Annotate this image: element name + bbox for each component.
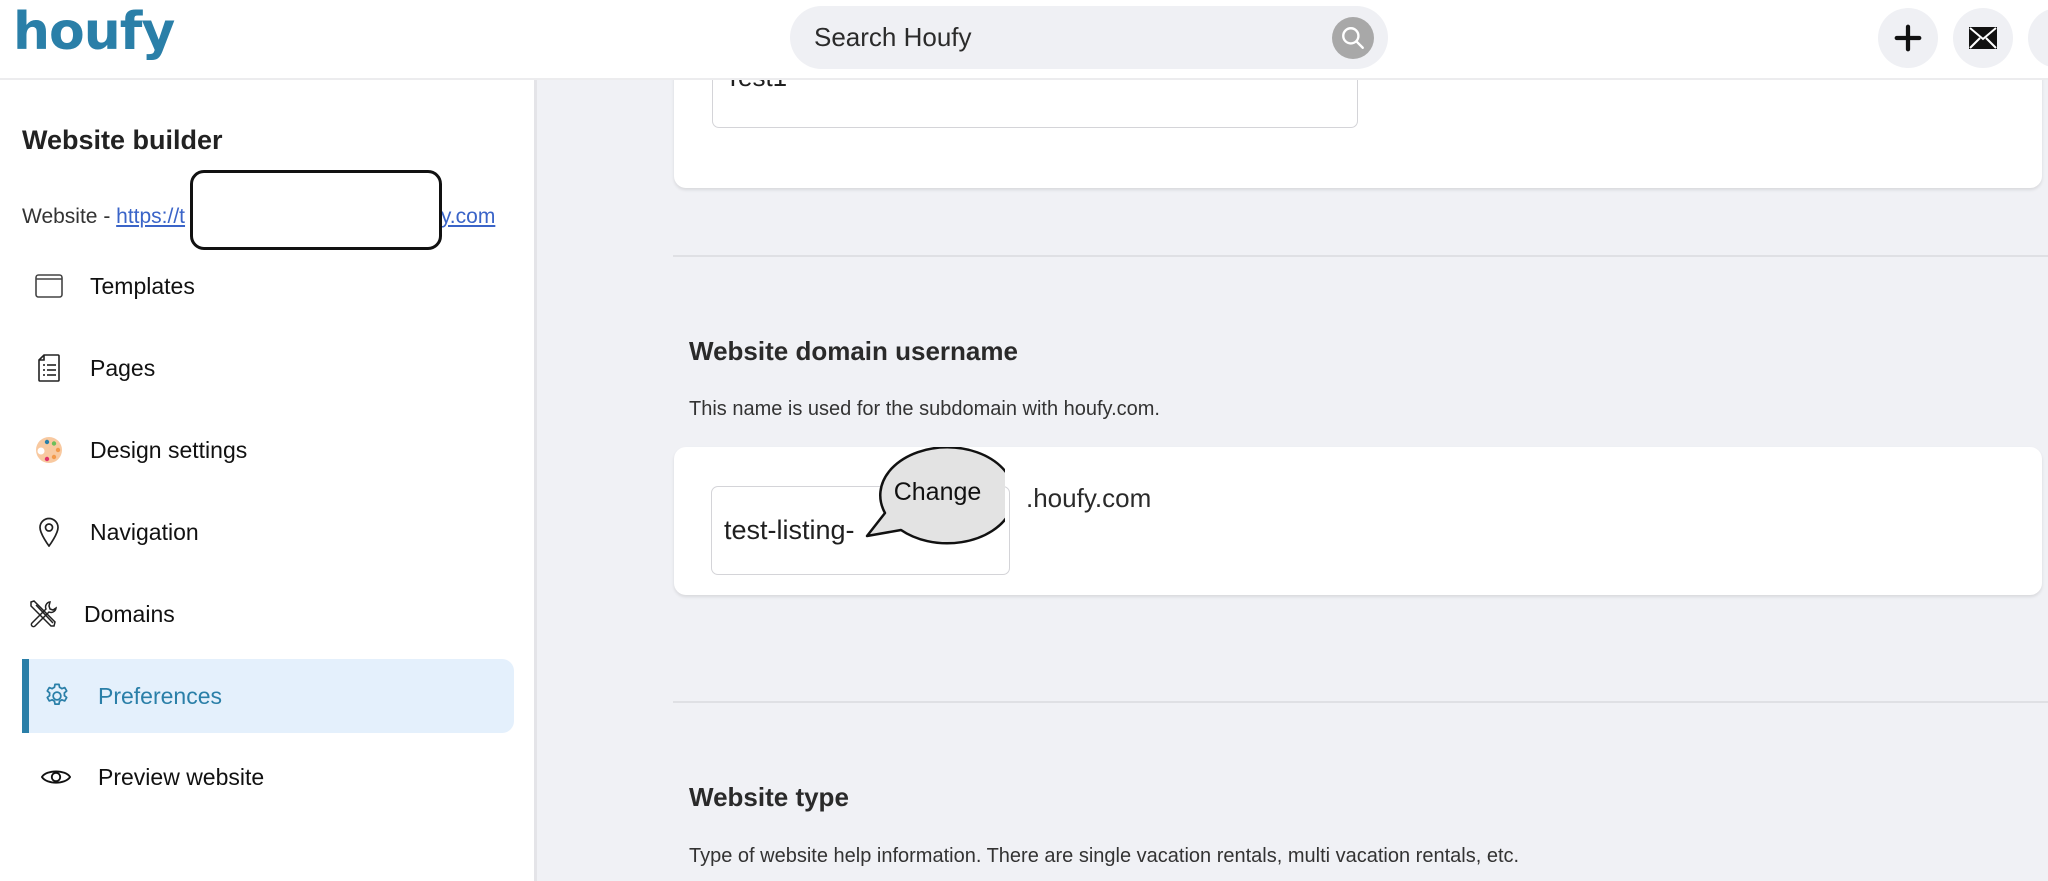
browser-window-icon xyxy=(34,271,64,301)
sidebar-item-label: Preferences xyxy=(98,682,223,709)
plus-icon xyxy=(1894,24,1922,52)
sidebar-item-domains[interactable]: Domains xyxy=(22,577,514,651)
sidebar-item-templates[interactable]: Templates xyxy=(22,249,514,323)
tools-icon xyxy=(28,599,58,629)
website-name-card xyxy=(674,80,2042,188)
messages-button[interactable] xyxy=(1953,8,2013,68)
envelope-icon xyxy=(1969,27,1997,49)
section-divider xyxy=(673,255,2048,257)
add-button[interactable] xyxy=(1878,8,1938,68)
top-header: houfy xyxy=(0,0,2048,80)
sidebar-item-label: Navigation xyxy=(90,518,199,545)
domain-username-description: This name is used for the subdomain with… xyxy=(689,398,1160,420)
gear-icon xyxy=(42,681,72,711)
website-type-description: Type of website help information. There … xyxy=(689,845,1520,867)
website-label: Website - xyxy=(22,205,117,228)
document-list-icon xyxy=(34,353,64,383)
bubble-text: Change xyxy=(893,477,982,506)
sidebar-item-pages[interactable]: Pages xyxy=(22,331,514,405)
domain-username-title: Website domain username xyxy=(689,336,1018,366)
palette-icon xyxy=(34,435,64,465)
sidebar-item-label: Domains xyxy=(84,600,175,627)
website-type-title: Website type xyxy=(689,782,849,812)
houfy-logo[interactable]: houfy xyxy=(13,2,175,62)
website-name-field[interactable] xyxy=(712,80,1358,128)
sidebar-item-design-settings[interactable]: Design settings xyxy=(22,413,514,487)
map-pin-icon xyxy=(34,517,64,547)
redaction-box xyxy=(190,170,442,250)
search-input[interactable] xyxy=(814,6,1294,69)
sidebar-item-label: Pages xyxy=(90,354,156,381)
sidebar-item-label: Design settings xyxy=(90,436,248,463)
sidebar-title: Website builder xyxy=(22,125,223,155)
domain-suffix: .houfy.com xyxy=(1026,483,1152,513)
sidebar-item-label: Templates xyxy=(90,272,195,299)
website-name-input[interactable] xyxy=(725,80,1305,94)
search-icon xyxy=(1342,27,1364,49)
sidebar-item-preferences[interactable]: Preferences xyxy=(22,659,514,733)
sidebar-item-label: Preview website xyxy=(98,763,265,790)
sidebar: Website builder Website - https://t fy.co… xyxy=(0,80,537,881)
section-divider xyxy=(673,701,2048,703)
main-content: Website domain username This name is use… xyxy=(537,80,2048,881)
profile-button[interactable] xyxy=(2028,8,2048,68)
search-button[interactable] xyxy=(1332,17,1374,59)
search-bar[interactable] xyxy=(790,6,1388,69)
sidebar-item-navigation[interactable]: Navigation xyxy=(22,495,514,569)
eye-icon xyxy=(41,762,71,792)
sidebar-item-preview-website[interactable]: Preview website xyxy=(22,740,514,814)
